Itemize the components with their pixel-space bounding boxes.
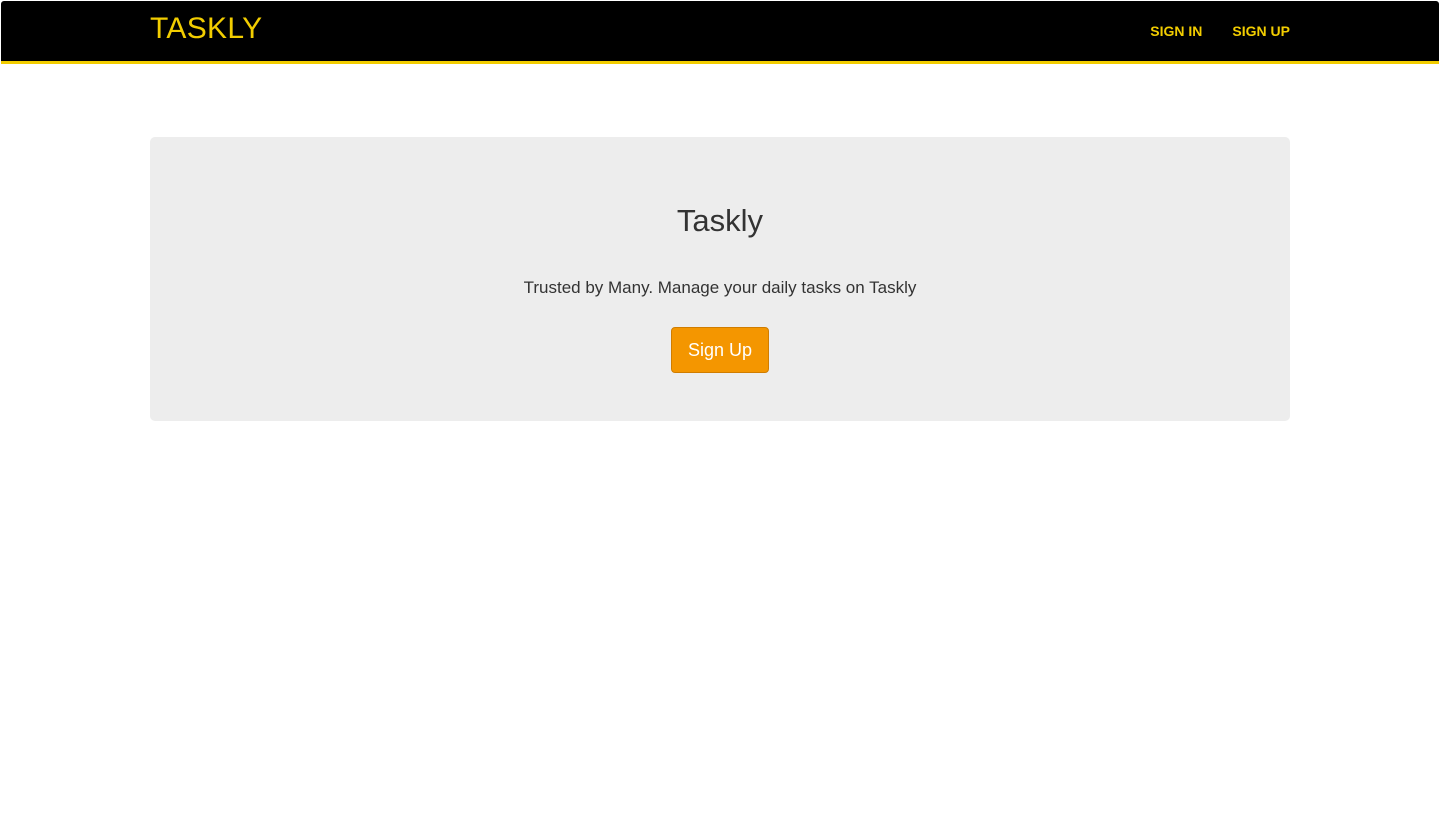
hero-tagline: Trusted by Many. Manage your daily tasks… (523, 278, 917, 297)
nav-sign-in-link[interactable]: SIGN IN (1150, 22, 1202, 40)
hero-title: Taskly (676, 203, 764, 238)
top-navbar: TASKLY SIGN IN SIGN UP (1, 1, 1439, 64)
hero-jumbotron: Taskly Trusted by Many. Manage your dail… (150, 137, 1290, 421)
nav-sign-up-link[interactable]: SIGN UP (1232, 22, 1290, 40)
hero-sign-up-button[interactable]: Sign Up (671, 327, 769, 373)
brand-logo[interactable]: TASKLY (150, 12, 262, 46)
nav-links: SIGN IN SIGN UP (1150, 22, 1290, 40)
